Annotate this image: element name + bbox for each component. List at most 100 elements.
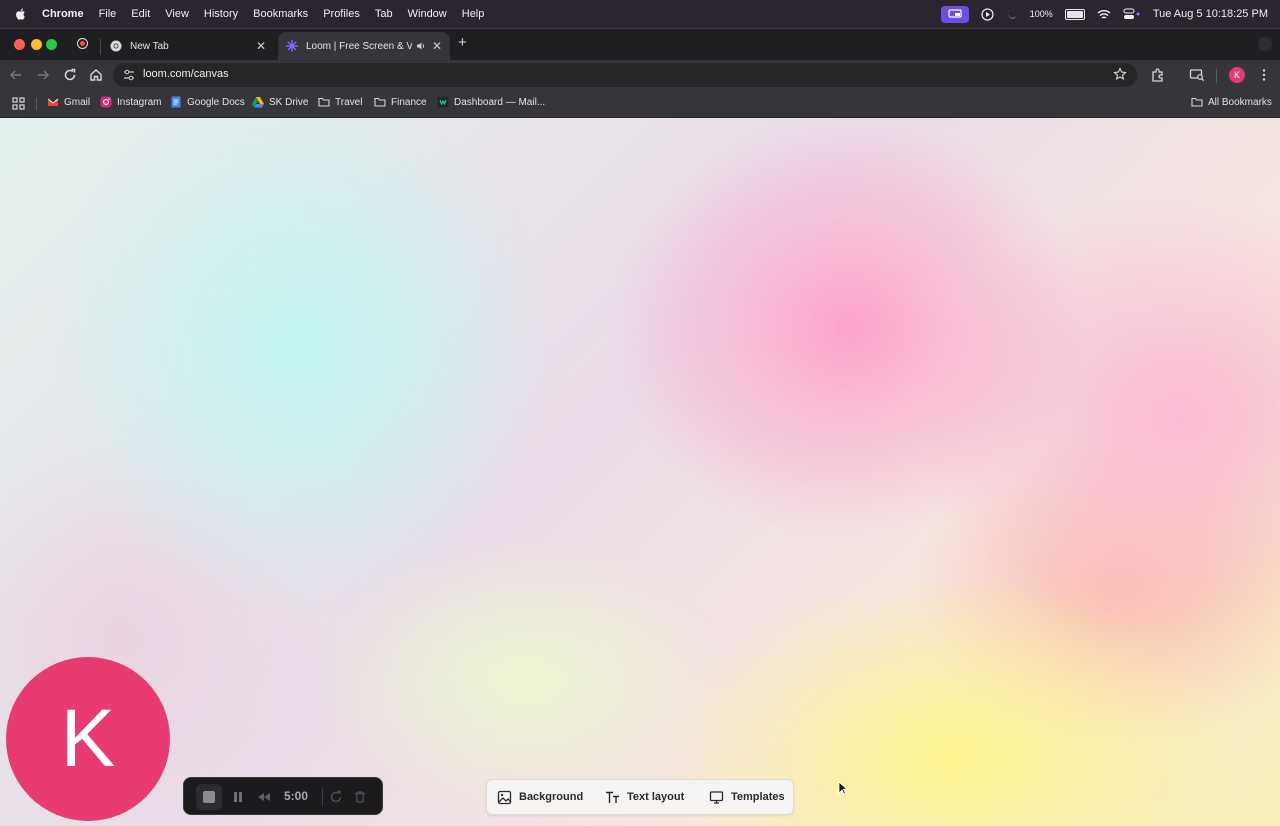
image-icon — [497, 790, 512, 804]
menubar-status-area: 100% Tue Aug 5 10:18:25 PM — [940, 0, 1268, 28]
folder-icon — [1191, 97, 1203, 107]
bookmark-label: Instagram — [117, 96, 162, 108]
tab-title: Loom | Free Screen & Video Recording — [306, 40, 412, 52]
bookmark-label: Finance — [391, 96, 427, 108]
text-size-icon — [606, 791, 619, 803]
reload-icon[interactable] — [62, 67, 78, 83]
play-circle-icon[interactable] — [981, 7, 994, 21]
apps-grid-icon[interactable] — [12, 97, 25, 110]
menu-tab[interactable]: Tab — [375, 8, 393, 20]
stop-icon — [203, 791, 215, 803]
bookmark-google-docs[interactable]: Google Docs — [170, 96, 245, 108]
menu-window[interactable]: Window — [408, 8, 447, 20]
tab-search-button[interactable] — [1258, 37, 1272, 51]
forward-icon[interactable] — [35, 67, 51, 83]
macos-menu-bar: Chrome File Edit View History Bookmarks … — [0, 0, 1280, 28]
wifi-icon[interactable] — [1097, 9, 1111, 20]
bookmark-finance[interactable]: Finance — [374, 96, 427, 108]
tab-loom[interactable]: Loom | Free Screen & Video Recording ✕ — [278, 32, 450, 60]
bookmark-star-icon[interactable] — [1113, 67, 1127, 81]
text-layout-label: Text layout — [627, 791, 685, 803]
bookmark-dashboard[interactable]: Dashboard — Mail... — [437, 96, 545, 108]
menu-history[interactable]: History — [204, 8, 238, 20]
controls-divider — [322, 788, 323, 806]
instagram-icon — [100, 96, 112, 108]
bookmark-travel[interactable]: Travel — [318, 96, 362, 108]
apple-icon[interactable] — [14, 7, 28, 21]
new-tab-button[interactable]: + — [458, 34, 467, 51]
profile-avatar[interactable]: K — [1229, 67, 1245, 83]
all-bookmarks-button[interactable]: All Bookmarks — [1191, 96, 1272, 108]
menubar-clock[interactable]: Tue Aug 5 10:18:25 PM — [1153, 8, 1268, 20]
background-label: Background — [519, 791, 584, 803]
bookmark-label: Travel — [335, 96, 363, 108]
menu-file[interactable]: File — [99, 8, 117, 20]
bookmark-label: Google Docs — [187, 96, 245, 108]
bookmarks-divider — [36, 98, 37, 110]
tab-new-tab[interactable]: New Tab ✕ — [102, 32, 274, 60]
extensions-icon[interactable] — [1150, 67, 1166, 83]
close-tab-icon[interactable]: ✕ — [256, 39, 266, 53]
menu-bookmarks[interactable]: Bookmarks — [253, 8, 308, 20]
menu-help[interactable]: Help — [462, 8, 485, 20]
canvas-toolbar: Background Text layout Templates — [486, 779, 794, 815]
home-icon[interactable] — [88, 67, 104, 83]
camera-bubble-avatar[interactable]: K — [6, 657, 170, 821]
tab-divider — [100, 39, 101, 55]
cast-search-icon[interactable] — [1189, 67, 1205, 83]
battery-icon[interactable] — [1064, 8, 1085, 20]
menu-chrome[interactable]: Chrome — [42, 8, 84, 20]
bookmark-label: Gmail — [64, 96, 91, 108]
bookmark-instagram[interactable]: Instagram — [100, 96, 161, 108]
minimize-window-button[interactable] — [31, 39, 42, 50]
recording-indicator-icon[interactable] — [77, 38, 88, 49]
menu-profiles[interactable]: Profiles — [323, 8, 360, 20]
bookmark-label: All Bookmarks — [1208, 96, 1272, 108]
tab-strip: New Tab ✕ Loom | Free Screen & Video Rec… — [0, 28, 1280, 60]
recording-timer: 5:00 — [284, 789, 309, 803]
browser-toolbar: loom.com/canvas K — [0, 60, 1280, 90]
close-window-button[interactable] — [14, 39, 25, 50]
templates-label: Templates — [731, 791, 785, 803]
back-icon[interactable] — [8, 67, 24, 83]
close-tab-icon[interactable]: ✕ — [432, 39, 442, 53]
maximize-window-button[interactable] — [46, 39, 57, 50]
address-bar[interactable]: loom.com/canvas — [113, 63, 1137, 87]
background-button[interactable]: Background — [497, 780, 583, 814]
stop-recording-button[interactable] — [196, 784, 222, 810]
folder-icon — [318, 97, 330, 107]
mouse-cursor-icon — [838, 781, 848, 795]
url-text[interactable]: loom.com/canvas — [143, 68, 229, 80]
control-center-icon[interactable] — [1123, 8, 1141, 20]
tab-title: New Tab — [130, 40, 169, 52]
text-layout-button[interactable]: Text layout — [605, 780, 684, 814]
bookmark-label: SK Drive — [269, 96, 309, 108]
drive-icon — [252, 97, 264, 108]
moon-icon[interactable] — [1006, 8, 1018, 20]
chrome-icon — [110, 40, 122, 52]
bookmark-gmail[interactable]: Gmail — [47, 96, 90, 108]
site-settings-icon[interactable] — [122, 68, 136, 82]
menu-edit[interactable]: Edit — [131, 8, 150, 20]
docs-icon — [171, 96, 181, 108]
screen-share-icon[interactable] — [940, 5, 969, 23]
dashboard-icon — [437, 96, 449, 108]
templates-button[interactable]: Templates — [709, 780, 785, 814]
speaker-icon[interactable] — [416, 41, 426, 51]
folder-icon — [374, 97, 386, 107]
rewind-icon[interactable] — [257, 790, 271, 804]
bookmark-label: Dashboard — Mail... — [454, 96, 546, 108]
pause-icon[interactable] — [231, 790, 245, 804]
loom-canvas: K 5:00 Background Text layout Templates — [0, 118, 1280, 826]
trash-icon[interactable] — [353, 790, 367, 804]
gmail-icon — [47, 98, 59, 106]
recording-controls: 5:00 — [183, 777, 383, 815]
bookmarks-bar: Gmail Instagram Google Docs SK Drive Tra… — [0, 90, 1280, 118]
monitor-icon — [709, 790, 724, 804]
bookmark-sk-drive[interactable]: SK Drive — [252, 96, 308, 108]
toolbar-divider — [1216, 69, 1217, 83]
menu-view[interactable]: View — [165, 8, 189, 20]
more-menu-icon[interactable] — [1256, 67, 1272, 83]
battery-percent: 100% — [1029, 9, 1053, 19]
restart-icon[interactable] — [329, 790, 343, 804]
